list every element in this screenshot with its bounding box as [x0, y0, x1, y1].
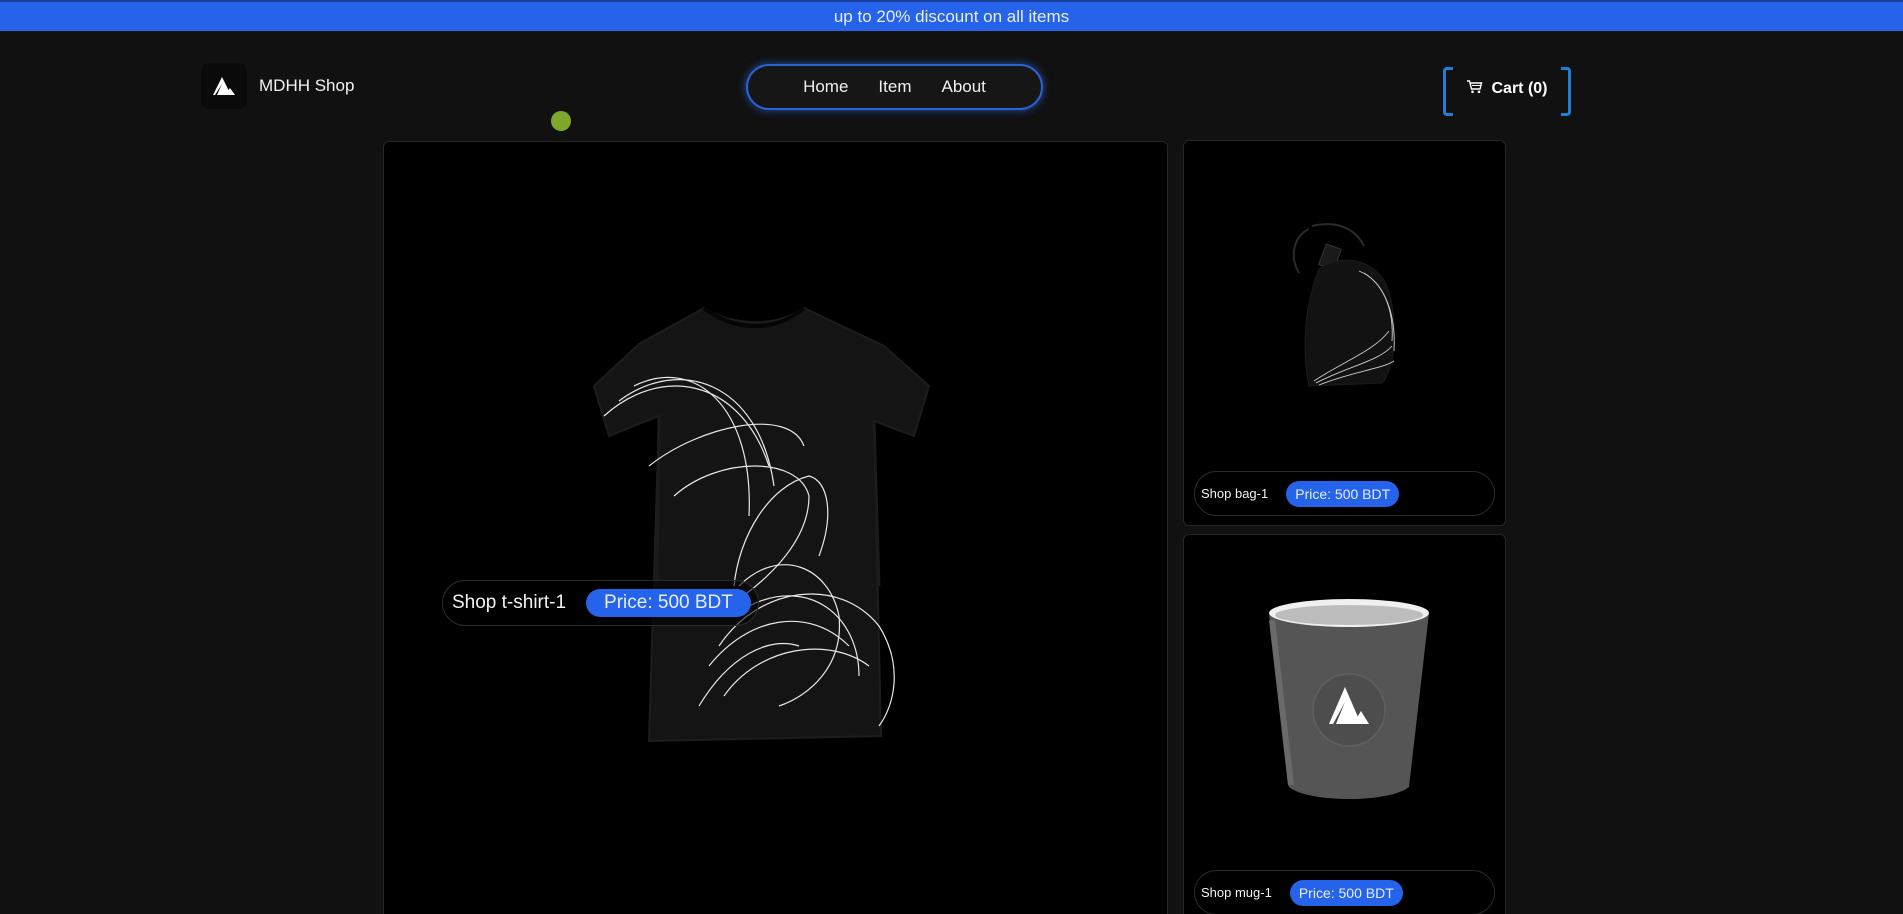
price-badge: Price: 500 BDT: [1289, 879, 1403, 906]
product-name: Shop t-shirt-1: [452, 592, 567, 613]
main-nav: Home Item About: [746, 64, 1043, 110]
price-badge: Price: 500 BDT: [586, 589, 751, 617]
product-label-bag: Shop bag-1 Price: 500 BDT: [1194, 471, 1495, 516]
nav-item[interactable]: Item: [863, 77, 926, 97]
cursor-dot: [551, 111, 571, 131]
price-badge: Price: 500 BDT: [1286, 480, 1400, 507]
product-card-mug[interactable]: Shop mug-1 Price: 500 BDT: [1183, 534, 1506, 914]
product-card-tshirt[interactable]: Shop t-shirt-1 Price: 500 BDT: [383, 141, 1168, 914]
nav-home[interactable]: Home: [788, 77, 863, 97]
brand-name: MDHH Shop: [259, 76, 355, 95]
mug-image: [1269, 599, 1429, 799]
product-card-bag[interactable]: Shop bag-1 Price: 500 BDT: [1183, 140, 1506, 526]
product-name: Shop bag-1: [1201, 486, 1269, 501]
product-label-mug: Shop mug-1 Price: 500 BDT: [1194, 870, 1495, 914]
product-name: Shop mug-1: [1201, 885, 1272, 900]
triangle-logo-icon: [201, 63, 247, 109]
brand[interactable]: MDHH Shop: [201, 63, 354, 109]
promo-banner-text: up to 20% discount on all items: [833, 6, 1070, 26]
cart-icon: [1466, 79, 1483, 99]
bag-image: [1292, 223, 1395, 387]
cart-label: Cart (0): [1491, 79, 1548, 97]
promo-banner: up to 20% discount on all items: [0, 0, 1903, 31]
product-label-tshirt: Shop t-shirt-1 Price: 500 BDT: [442, 580, 759, 626]
tshirt-image: [592, 306, 931, 743]
nav-about[interactable]: About: [926, 77, 1000, 97]
cart-button[interactable]: Cart (0): [1443, 67, 1571, 116]
